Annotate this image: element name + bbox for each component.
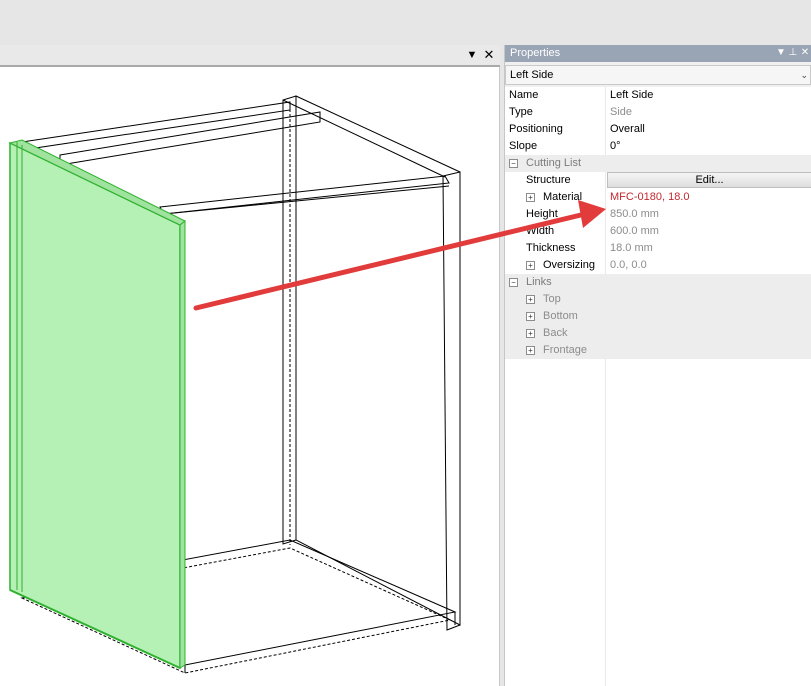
category-cutting-list[interactable]: − Cutting List xyxy=(505,155,811,172)
collapse-icon[interactable]: − xyxy=(509,159,518,168)
cabinet-back-top-rail xyxy=(21,101,291,151)
property-value: 850.0 mm xyxy=(610,208,659,220)
property-row-oversizing[interactable]: + Oversizing 0.0, 0.0 xyxy=(505,257,811,274)
property-row-structure[interactable]: Structure Edit... xyxy=(505,172,811,189)
expand-icon[interactable]: + xyxy=(526,193,535,202)
link-label: Bottom xyxy=(543,310,578,322)
property-value[interactable]: MFC-0180, 18.0 xyxy=(610,189,810,206)
property-value[interactable]: Left Side xyxy=(610,87,810,104)
link-row-bottom[interactable]: + Bottom xyxy=(505,308,811,325)
properties-title: Properties xyxy=(510,47,561,59)
property-value[interactable]: 0° xyxy=(610,138,810,155)
property-row-material[interactable]: + Material MFC-0180, 18.0 xyxy=(505,189,811,206)
object-selector[interactable]: Left Side ⌄ xyxy=(505,65,811,85)
expand-icon[interactable]: + xyxy=(526,261,535,270)
property-label: Thickness xyxy=(526,242,576,254)
properties-panel: Properties ▼ ⊥ ✕ Left Side ⌄ Name Left S… xyxy=(504,45,811,686)
triangle-down-icon[interactable]: ▼ xyxy=(465,48,479,62)
expand-icon[interactable]: + xyxy=(526,312,535,321)
link-row-frontage[interactable]: + Frontage xyxy=(505,342,811,359)
link-label: Frontage xyxy=(543,344,588,356)
cabinet-top-stretcher-front xyxy=(159,175,450,215)
properties-title-bar: Properties ▼ ⊥ ✕ xyxy=(505,45,811,62)
property-label: Slope xyxy=(509,140,538,152)
property-label: Name xyxy=(509,89,539,101)
property-label: Positioning xyxy=(509,123,563,135)
property-row-slope[interactable]: Slope 0° xyxy=(505,138,811,155)
link-row-back[interactable]: + Back xyxy=(505,325,811,342)
property-label: Height xyxy=(526,208,558,220)
property-value: 600.0 mm xyxy=(610,225,659,237)
property-row-type[interactable]: Type Side xyxy=(505,104,811,121)
property-row-width[interactable]: Width 600.0 mm xyxy=(505,223,811,240)
collapse-icon[interactable]: − xyxy=(509,278,518,287)
property-value[interactable]: Overall xyxy=(610,121,810,138)
cabinet-left-side-selected[interactable] xyxy=(8,139,186,670)
link-label: Back xyxy=(543,327,568,339)
property-label: Type xyxy=(509,106,533,118)
cabinet-right-side-inner xyxy=(295,95,461,626)
property-row-name[interactable]: Name Left Side xyxy=(505,87,811,104)
top-toolbar-area xyxy=(0,0,811,45)
category-label: Cutting List xyxy=(526,157,582,169)
cabinet-3d-view[interactable] xyxy=(0,69,500,686)
close-icon[interactable]: ✕ xyxy=(482,47,496,62)
property-value: 0.0, 0.0 xyxy=(610,259,647,271)
category-label: Links xyxy=(526,276,552,288)
property-row-thickness[interactable]: Thickness 18.0 mm xyxy=(505,240,811,257)
edit-structure-button[interactable]: Edit... xyxy=(607,172,811,188)
property-label: Width xyxy=(526,225,555,237)
link-label: Top xyxy=(543,293,561,305)
property-value: Side xyxy=(610,106,633,118)
property-value: 18.0 mm xyxy=(610,242,653,254)
category-links[interactable]: − Links xyxy=(505,274,811,291)
link-row-top[interactable]: + Top xyxy=(505,291,811,308)
design-viewport[interactable]: ▼ ✕ xyxy=(0,45,500,686)
chevron-down-icon: ⌄ xyxy=(800,70,808,80)
expand-icon[interactable]: + xyxy=(526,346,535,355)
expand-icon[interactable]: + xyxy=(526,329,535,338)
dropdown-icon[interactable]: ▼ xyxy=(775,46,787,60)
close-icon[interactable]: ✕ xyxy=(799,46,811,60)
object-selector-value: Left Side xyxy=(510,69,554,81)
cabinet-right-side-front-edge xyxy=(442,171,461,631)
property-grid: Name Left Side Type Side Positioning Ove… xyxy=(505,87,811,686)
expand-icon[interactable]: + xyxy=(526,295,535,304)
property-row-positioning[interactable]: Positioning Overall xyxy=(505,121,811,138)
property-row-height[interactable]: Height 850.0 mm xyxy=(505,206,811,223)
pin-icon[interactable]: ⊥ xyxy=(787,46,799,60)
viewport-header: ▼ ✕ xyxy=(0,45,500,67)
